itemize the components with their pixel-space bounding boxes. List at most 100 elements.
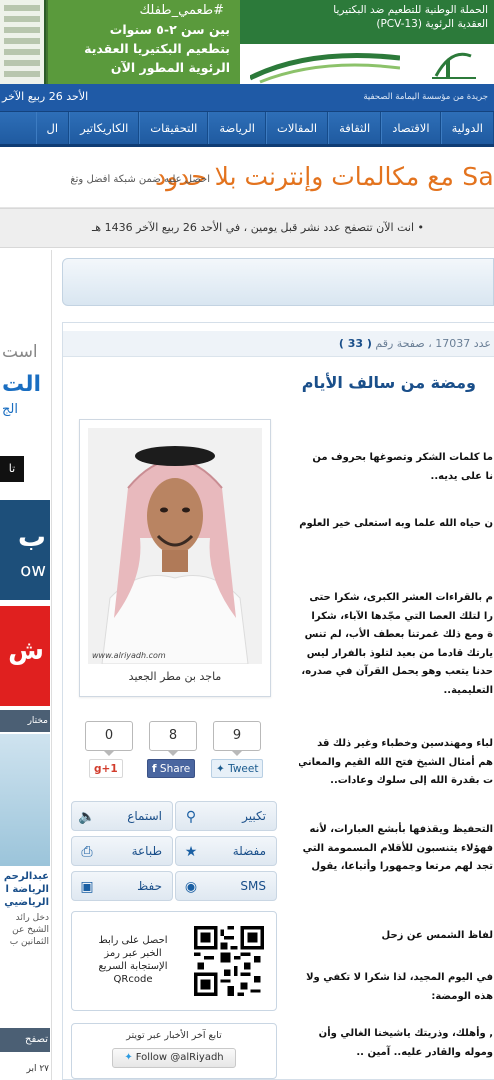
sidebar-news-title[interactable]: عبدالرحم الرياضة ا الرياضيي (1, 870, 49, 909)
nav-item-more[interactable]: ال (35, 112, 70, 144)
photo-caption: ماجد بن مطر الجعيد (128, 670, 222, 683)
paragraph-line: هذه الومضة: (431, 990, 493, 1002)
article-paragraph: في اليوم المجيد، لذا شكرا لا تكفي ولا هذ… (299, 969, 493, 1006)
sidebar-section-header: مختار (0, 710, 50, 732)
nav-item-culture[interactable]: الثقافة (328, 112, 382, 144)
nav-item-international[interactable]: الدولية (440, 112, 494, 144)
sidebar-browse-header: تصفح (0, 1028, 50, 1052)
qr-code-instructions: احصل على رابط الخبر عبر رمز الإستجابة ال… (80, 934, 186, 986)
save-label: حفظ (137, 879, 162, 893)
photo-watermark: www.alriyadh.com (92, 651, 166, 660)
top-banner-ad[interactable]: #طعمي_طفلك بين سن ٢-٥ سنوات بتطعيم البكت… (0, 0, 494, 84)
paragraph-line: لباء ومهندسين وخطباء وغير ذلك قد (317, 738, 493, 749)
article-meta: عدد 17037 ، صفحة رقم ( 33 ) (339, 337, 491, 350)
sidebar-news-excerpt: دخل رائد الشيخ عن الثمانين ب (9, 913, 49, 947)
banner-subtitle-line: بين سن ٢-٥ سنوات (109, 22, 230, 37)
banner-message-panel: #طعمي_طفلك بين سن ٢-٥ سنوات بتطعيم البكت… (48, 0, 240, 84)
speaker-icon: 🔈 (78, 809, 96, 825)
main-navigation: الدولية الاقتصاد الثقافة المقالات الرياض… (0, 112, 494, 147)
sidebar-title: است (2, 342, 38, 362)
nav-item-caricature[interactable]: الكاريكاتير (69, 112, 140, 144)
paragraph-line: وموله والقادر عليه.. آمين .. (356, 1046, 493, 1058)
facebook-share: 8 f Share (147, 721, 199, 781)
nav-item-sports[interactable]: الرياضة (208, 112, 267, 144)
star-icon: ★ (184, 844, 198, 860)
favorite-label: مفضلة (232, 844, 266, 858)
tweet-button-label: Tweet (228, 763, 259, 775)
twitter-share: 9 ✦ Tweet (211, 721, 264, 781)
left-sidebar: است الت الج تا ب ow ش مختار عبدالرحم الر… (0, 250, 52, 1080)
article-paragraph: ما كلمات الشكر وتصوغها بحروف من نا على ي… (299, 449, 493, 486)
gplus-share: 0 g+1 (85, 721, 135, 781)
twitter-follow-button[interactable]: ✦ Follow @alRiyadh (112, 1048, 236, 1068)
follow-prompt: تابع آخر الأخبار عبر تويتر (126, 1030, 222, 1041)
banner-thumbnail (0, 0, 46, 84)
banner-subtitle: بين سن ٢-٥ سنوات بتطعيم البكتيريا العقدي… (50, 20, 230, 77)
banner-campaign-line: الحملة الوطنية للتطعيم ضد البكتيريا (333, 4, 488, 16)
banner-campaign-header: الحملة الوطنية للتطعيم ضد البكتيريا العق… (240, 0, 494, 44)
paragraph-line: ت بقدرة الله إلى سلوك وعادات.. (330, 775, 493, 786)
facebook-share-label: Share (159, 763, 191, 775)
qr-text-line: الإستجابة السريع (98, 961, 168, 972)
print-label: طباعة (131, 844, 162, 858)
sidebar-news-image[interactable] (0, 734, 50, 866)
article-container: عدد 17037 ، صفحة رقم ( 33 ) ومضة من سالف… (62, 322, 494, 1080)
facebook-count: 8 (149, 721, 197, 756)
paragraph-line: تجد لهم مرتعا وجمهورا وأتباعا، يقول (311, 861, 493, 872)
twitter-follow-label: Follow @alRiyadh (135, 1052, 224, 1063)
sms-button[interactable]: SMS ◉ (175, 871, 277, 901)
twitter-count: 9 (213, 721, 261, 756)
sidebar-tab[interactable]: تا (0, 456, 24, 482)
sidebar-red-ad[interactable]: ش (0, 606, 50, 706)
ministry-logo-icon (432, 52, 476, 79)
nav-item-articles[interactable]: المقالات (266, 112, 329, 144)
page-number[interactable]: ( 33 ) (339, 337, 372, 350)
sidebar-red-ad-text: ش (8, 636, 44, 666)
issue-info: عدد 17037 ، صفحة رقم (375, 337, 491, 350)
paragraph-line: , وأهلك، وذريتك ياشيخنا الغالي وأن (318, 1028, 493, 1039)
save-button[interactable]: حفظ ▣ (71, 871, 173, 901)
sidebar-blue-ad[interactable]: ب ow (0, 500, 50, 600)
favorite-button[interactable]: مفضلة ★ (175, 836, 277, 866)
sidebar-title-large[interactable]: الت (2, 372, 41, 397)
paragraph-line: التعليمية.. (443, 684, 493, 696)
telecom-ad-banner[interactable]: Sa مع مكالمات وإنترنت بلا حدود احصل عليه… (0, 150, 494, 208)
banner-campaign-text: الحملة الوطنية للتطعيم ضد البكتيريا العق… (333, 3, 488, 31)
sidebar-browse-date[interactable]: ٢٧ ابر (26, 1064, 49, 1074)
qr-text-line: احصل على رابط (98, 935, 168, 946)
tweet-button[interactable]: ✦ Tweet (211, 759, 264, 778)
sidebar-blue-ad-text: ow (20, 560, 46, 581)
banner-swoosh-graphic (250, 53, 400, 84)
qr-code-icon[interactable] (194, 926, 264, 996)
listen-button[interactable]: استماع 🔈 (71, 801, 173, 831)
print-button[interactable]: طباعة ⎙ (71, 836, 173, 866)
article-paragraph: ن حياه الله علما وبه استعلى خير العلوم (299, 515, 493, 534)
speech-bubble-icon: ◉ (184, 879, 198, 895)
qr-code-card: احصل على رابط الخبر عبر رمز الإستجابة ال… (71, 911, 277, 1011)
qr-text-line: QRcode (113, 974, 153, 985)
paragraph-line: ما كلمات الشكر وتصوغها بحروف من (312, 452, 493, 463)
twitter-bird-icon: ✦ (124, 1052, 133, 1063)
nav-item-investigations[interactable]: التحقيقات (139, 112, 209, 144)
gplus-button[interactable]: g+1 (89, 759, 123, 778)
paragraph-line: را لتلك العصا التي مجّدها الآباء، شكرا (311, 610, 493, 622)
nav-item-economy[interactable]: الاقتصاد (381, 112, 441, 144)
article-top-panel (62, 258, 494, 306)
date-bar: الأحد 26 ربيع الآخر جريدة من مؤسسة اليما… (0, 84, 494, 112)
qr-text-line: الخبر عبر رمز (104, 948, 162, 959)
paragraph-line: لفاظ الشمس عن زحل (381, 930, 493, 941)
article-paragraph: التحفيظ ويقذفها بأبشع العبارات، لأنه فهؤ… (299, 821, 493, 877)
article-paragraph: لفاظ الشمس عن زحل (299, 927, 493, 946)
edition-notice: • انت الآن تتصفح عدد نشر قبل يومين ، في … (0, 208, 494, 248)
twitter-bird-icon: ✦ (216, 763, 225, 775)
facebook-share-button[interactable]: f Share (147, 759, 196, 778)
zoom-button[interactable]: تكبير ⚲ (175, 801, 277, 831)
banner-campaign-panel: الحملة الوطنية للتطعيم ضد البكتيريا العق… (240, 0, 494, 84)
article-headline: ومضة من سالف الأيام (301, 373, 476, 392)
current-date: الأحد 26 ربيع الآخر (2, 90, 89, 103)
article-meta-bar: عدد 17037 ، صفحة رقم ( 33 ) (63, 331, 494, 357)
floppy-disk-icon: ▣ (80, 879, 94, 895)
article-paragraph: , وأهلك، وذريتك ياشيخنا الغالي وأن وموله… (299, 1025, 493, 1062)
zoom-label: تكبير (242, 809, 266, 823)
banner-subtitle-line: الرئوية المطور الآن (110, 60, 230, 75)
